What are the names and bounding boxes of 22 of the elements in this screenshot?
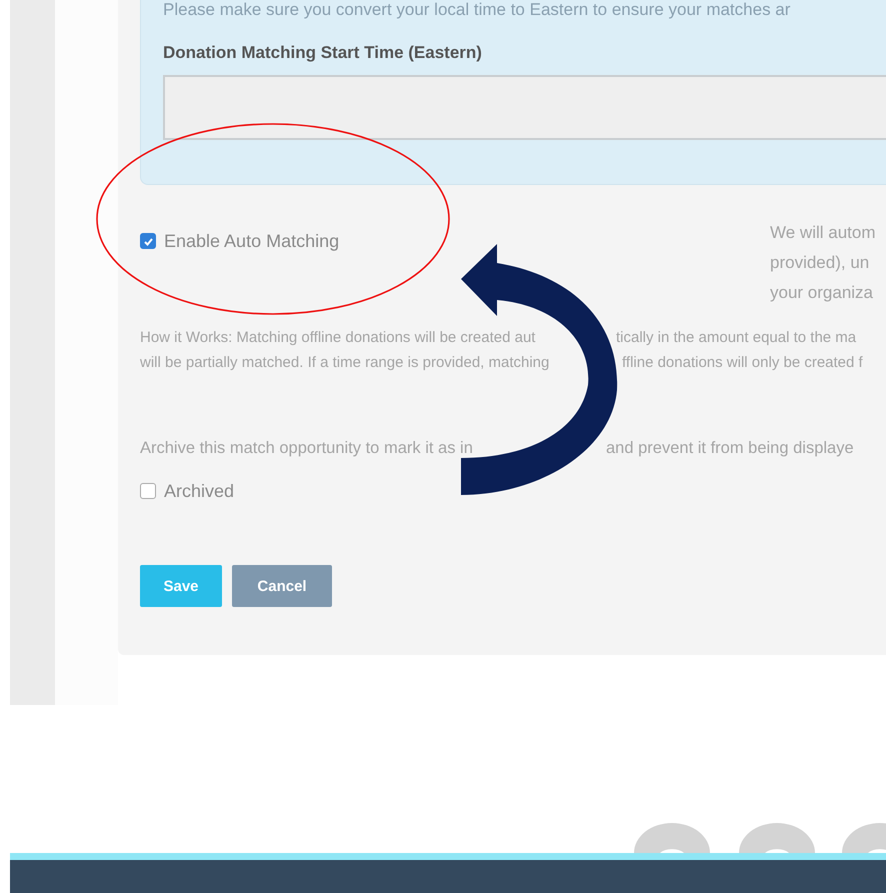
start-time-field[interactable] — [163, 75, 886, 140]
save-button[interactable]: Save — [140, 565, 222, 607]
checkbox-label: Archived — [164, 480, 234, 502]
notice-text: Please make sure you convert your local time to Eastern to ensure your matches ar — [163, 0, 792, 20]
round-icon[interactable] — [634, 823, 710, 853]
help-text: ffline donations will only be created f — [622, 354, 863, 371]
checkbox[interactable] — [140, 483, 156, 499]
help-text: How it Works: Matching offline donations will be created aut — [140, 329, 536, 346]
description-line: We will autom — [770, 222, 876, 244]
help-text: will be partially matched. If a time range is provided, matching — [140, 354, 550, 371]
archive-description: Archive this match opportunity to mark it as in — [140, 438, 473, 458]
archive-description: and prevent it from being displaye — [606, 438, 854, 458]
help-text: tically in the amount equal to the ma — [616, 329, 856, 346]
check-icon — [142, 236, 154, 246]
description-line: your organiza — [770, 282, 874, 304]
round-icon[interactable] — [739, 823, 815, 853]
field-label: Donation Matching Start Time (Eastern) — [163, 42, 483, 64]
checkbox[interactable] — [140, 233, 156, 249]
cancel-button[interactable]: Cancel — [232, 565, 332, 607]
round-icon[interactable] — [842, 823, 886, 853]
description-line: provided), un — [770, 252, 870, 274]
checkbox-label: Enable Auto Matching — [164, 230, 340, 252]
